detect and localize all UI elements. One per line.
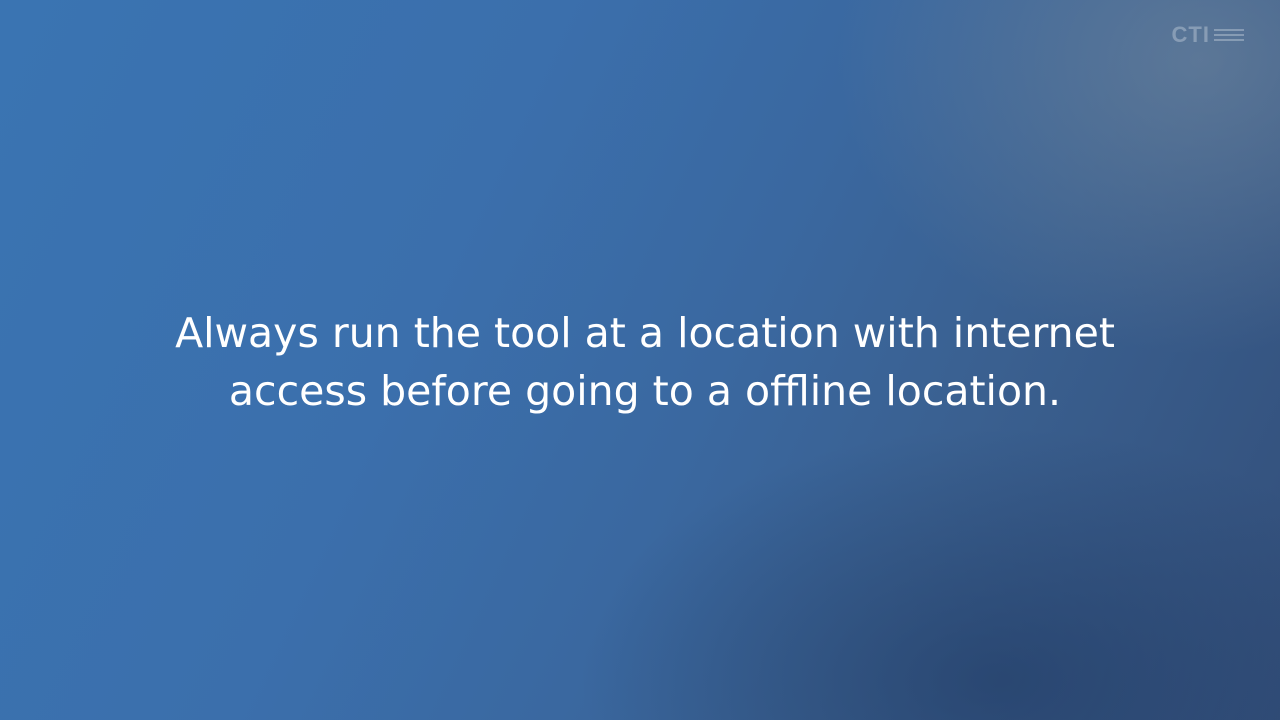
video-slide: CTI Always run the tool at a location wi…: [0, 0, 1280, 720]
slide-message: Always run the tool at a location with i…: [175, 309, 1115, 415]
logo-lines-icon: [1214, 29, 1244, 41]
logo-text: CTI: [1171, 22, 1210, 47]
cti-logo: CTI: [1172, 22, 1244, 48]
